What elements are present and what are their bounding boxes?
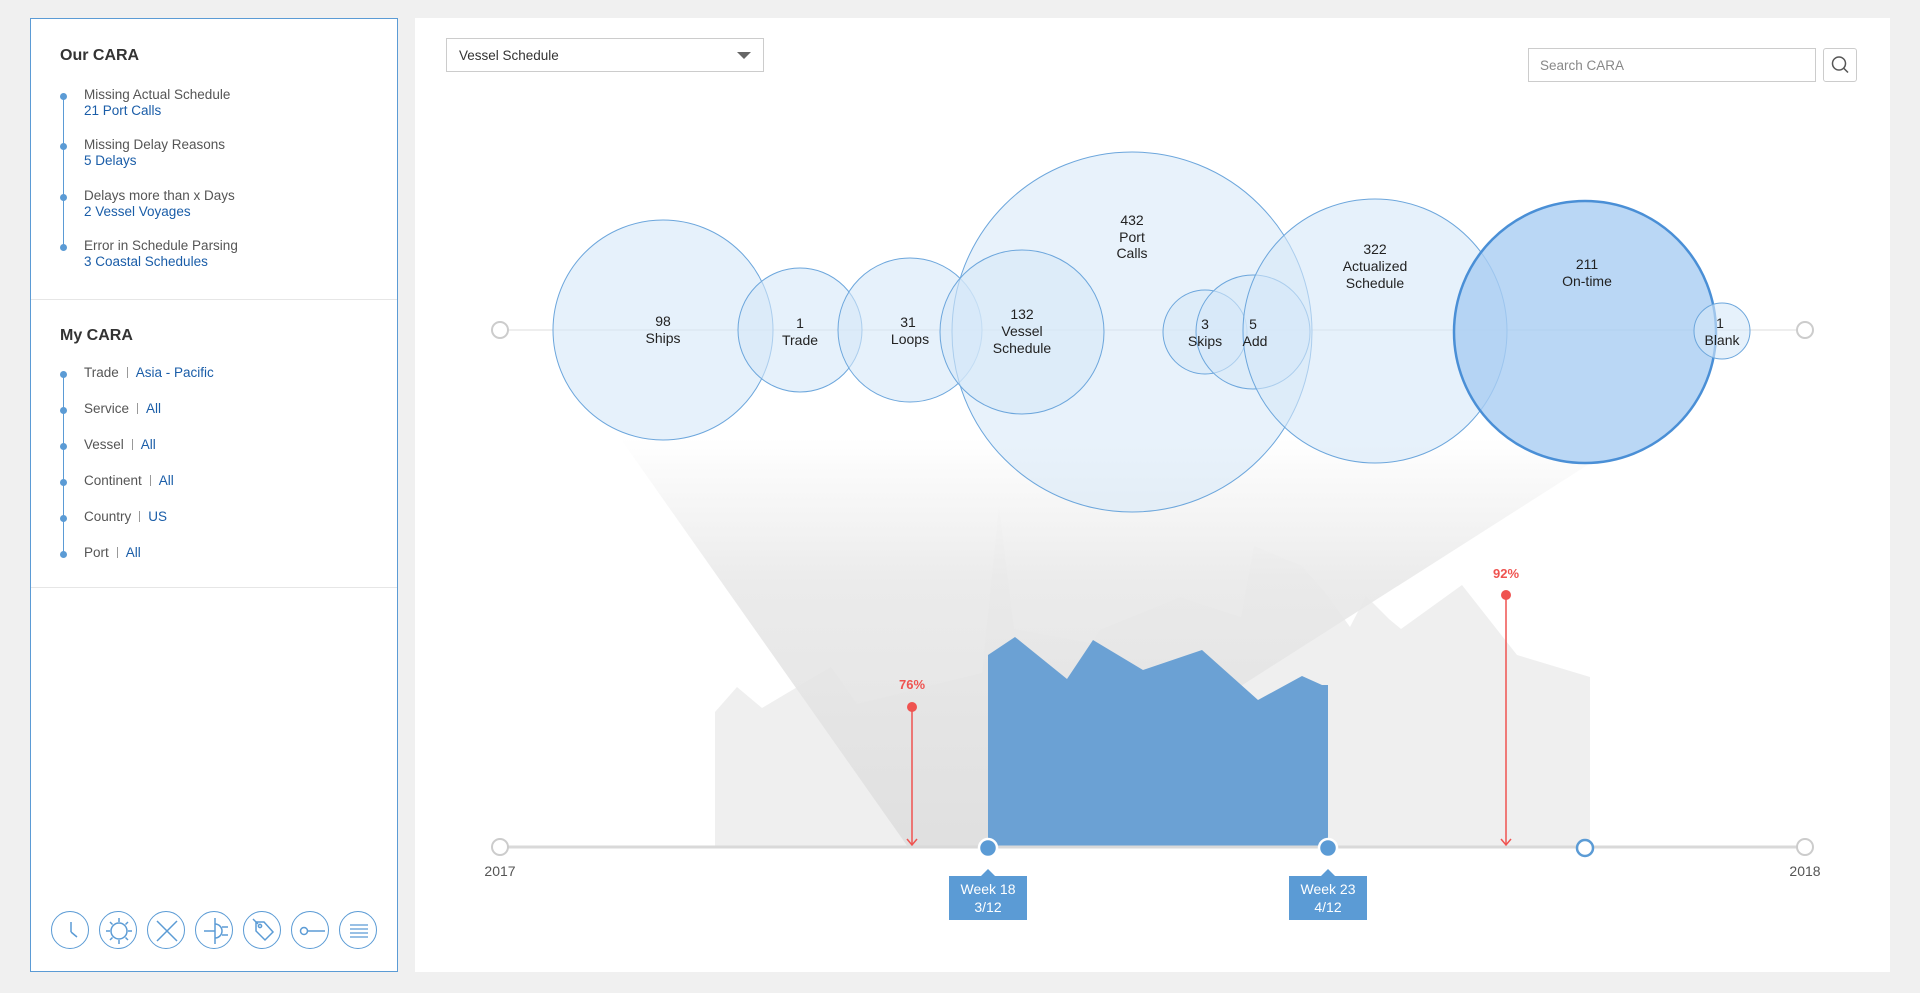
range-end-date: 4/12 (1314, 899, 1342, 915)
our-cara-item-label: Missing Delay Reasons (84, 137, 226, 152)
vessel-schedule-visualization: 98 Ships 1 Trade 31 Loops 132 Vessel Sch… (484, 151, 1821, 879)
filter-label: Country (84, 509, 132, 524)
list-icon[interactable] (339, 911, 377, 949)
timeline-end-label: 2018 (1789, 863, 1820, 879)
clock-icon[interactable] (51, 911, 89, 949)
bubble-value: 432 (1120, 212, 1144, 228)
timeline-connector (63, 373, 64, 553)
bubble-caption: Calls (1116, 245, 1147, 261)
bullet-dot (60, 244, 67, 251)
timeline-start-label: 2017 (484, 863, 515, 879)
timeline-connector (63, 95, 64, 245)
bubble-value: 322 (1363, 241, 1387, 257)
my-cara-title: My CARA (60, 327, 133, 344)
bubble-caption: Skips (1188, 333, 1222, 349)
filter-value[interactable]: All (146, 401, 161, 416)
bubble-caption: Port (1119, 229, 1145, 245)
range-end-handle[interactable] (1317, 837, 1339, 859)
range-start-tag[interactable]: Week 18 3/12 (949, 869, 1027, 920)
separator (139, 511, 141, 522)
close-x-icon[interactable] (147, 911, 185, 949)
bubble-caption: Trade (782, 332, 818, 348)
separator (149, 475, 151, 486)
plug-icon[interactable] (195, 911, 233, 949)
bubble-caption: Loops (891, 331, 929, 347)
bullet-dot (60, 515, 67, 522)
bubble-caption: Blank (1704, 332, 1740, 348)
range-start-handle[interactable] (977, 837, 999, 859)
section-divider (31, 299, 397, 300)
bullet-dot (60, 93, 67, 100)
bubble-value: 211 (1576, 256, 1599, 272)
sun-icon[interactable] (99, 911, 137, 949)
filter-label: Vessel (84, 437, 124, 452)
marker-dot[interactable] (907, 702, 917, 712)
separator (116, 547, 118, 558)
key-icon[interactable] (291, 911, 329, 949)
bullet-dot (60, 551, 67, 558)
bubble-value: 132 (1010, 306, 1034, 322)
axis-end-node[interactable] (1796, 321, 1814, 339)
range-end-week: Week 23 (1300, 881, 1356, 897)
bubble-caption: Schedule (993, 340, 1052, 356)
marker-dot[interactable] (1501, 590, 1511, 600)
tag-icon[interactable] (243, 911, 281, 949)
our-cara-item-value[interactable]: 5 Delays (84, 153, 137, 168)
filter-value[interactable]: All (141, 437, 156, 452)
timeline-node[interactable] (1575, 838, 1595, 858)
range-end-tag[interactable]: Week 23 4/12 (1289, 869, 1367, 920)
our-cara-item-label: Delays more than x Days (84, 188, 235, 203)
separator (137, 403, 139, 414)
filter-value[interactable]: All (159, 473, 174, 488)
bubble-blank[interactable] (1693, 302, 1751, 360)
bubble-value: 1 (796, 315, 804, 331)
bubble-caption: Add (1243, 333, 1268, 349)
bullet-dot (60, 143, 67, 150)
our-cara-item-label: Error in Schedule Parsing (84, 238, 238, 253)
range-start-week: Week 18 (960, 881, 1016, 897)
bullet-dot (60, 371, 67, 378)
bubble-value: 1 (1716, 315, 1724, 331)
filter-label: Continent (84, 473, 142, 488)
marker-label: 92% (1493, 566, 1519, 581)
bubble-caption: Actualized (1343, 258, 1408, 274)
bubble-caption: Vessel (1001, 323, 1042, 339)
bubble-caption: Ships (645, 330, 680, 346)
marker-label: 76% (899, 677, 925, 692)
bubble-caption: Schedule (1346, 275, 1405, 291)
bubble-caption: On-time (1562, 273, 1612, 289)
timeline-end-node[interactable] (1796, 838, 1814, 856)
filter-value[interactable]: US (148, 509, 167, 524)
bullet-dot (60, 407, 67, 414)
sidebar: Our CARA Missing Actual Schedule 21 Port… (30, 18, 398, 972)
bubble-on-time[interactable] (1452, 199, 1718, 465)
bubble-value: 3 (1201, 316, 1209, 332)
filter-value[interactable]: Asia - Pacific (136, 365, 214, 380)
bullet-dot (60, 443, 67, 450)
bullet-dot (60, 479, 67, 486)
main-panel: Vessel Schedule Search CARA 98 Ships 1 T… (415, 18, 1890, 972)
axis-start-node[interactable] (491, 321, 509, 339)
bullet-dot (60, 194, 67, 201)
our-cara-item-value[interactable]: 2 Vessel Voyages (84, 204, 191, 219)
timeline-start-node[interactable] (491, 838, 509, 856)
our-cara-title: Our CARA (60, 47, 140, 64)
bubble-value: 5 (1249, 316, 1257, 332)
filter-label: Service (84, 401, 130, 416)
our-cara-item-value[interactable]: 3 Coastal Schedules (84, 254, 208, 269)
bubble-value: 98 (655, 313, 671, 329)
separator (126, 367, 128, 378)
bubble-value: 31 (900, 314, 916, 330)
range-start-date: 3/12 (974, 899, 1002, 915)
filter-value[interactable]: All (126, 545, 141, 560)
our-cara-item-value[interactable]: 21 Port Calls (84, 103, 161, 118)
filter-label: Trade (84, 365, 119, 380)
separator (131, 439, 133, 450)
filter-label: Port (84, 545, 109, 560)
section-divider (31, 587, 397, 588)
our-cara-item-label: Missing Actual Schedule (84, 87, 231, 102)
